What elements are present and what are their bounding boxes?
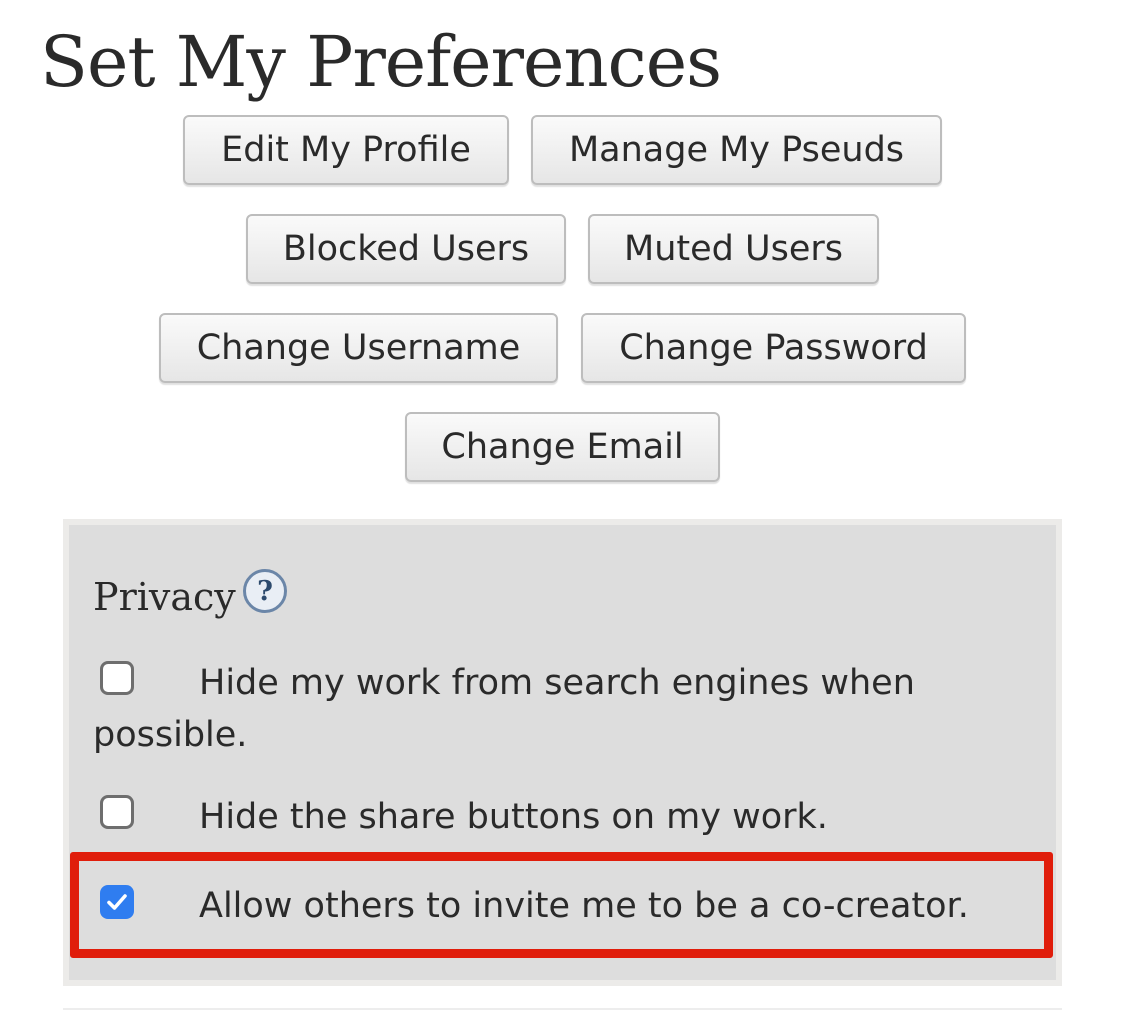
hide-from-search-engines-label-continued: possible. bbox=[93, 715, 248, 755]
manage-my-pseuds-button[interactable]: Manage My Pseuds bbox=[531, 115, 942, 185]
allow-co-creator-invites-label: Allow others to invite me to be a co-cre… bbox=[199, 886, 969, 926]
change-email-button[interactable]: Change Email bbox=[405, 412, 720, 482]
edit-my-profile-button[interactable]: Edit My Profile bbox=[183, 115, 509, 185]
divider bbox=[63, 1008, 1062, 1010]
hide-from-search-engines-checkbox[interactable] bbox=[100, 661, 134, 695]
hide-share-buttons-label: Hide the share buttons on my work. bbox=[199, 797, 828, 837]
change-password-button[interactable]: Change Password bbox=[581, 313, 966, 383]
hide-share-buttons-checkbox[interactable] bbox=[100, 795, 134, 829]
privacy-heading: Privacy bbox=[93, 575, 236, 619]
allow-co-creator-invites-checkbox[interactable] bbox=[100, 885, 134, 919]
change-username-button[interactable]: Change Username bbox=[159, 313, 558, 383]
help-question-icon[interactable]: ? bbox=[243, 569, 287, 613]
page-title: Set My Preferences bbox=[40, 21, 722, 103]
muted-users-button[interactable]: Muted Users bbox=[588, 214, 879, 284]
checkmark-icon bbox=[107, 894, 127, 910]
blocked-users-button[interactable]: Blocked Users bbox=[246, 214, 566, 284]
hide-from-search-engines-label: Hide my work from search engines when bbox=[199, 663, 915, 703]
